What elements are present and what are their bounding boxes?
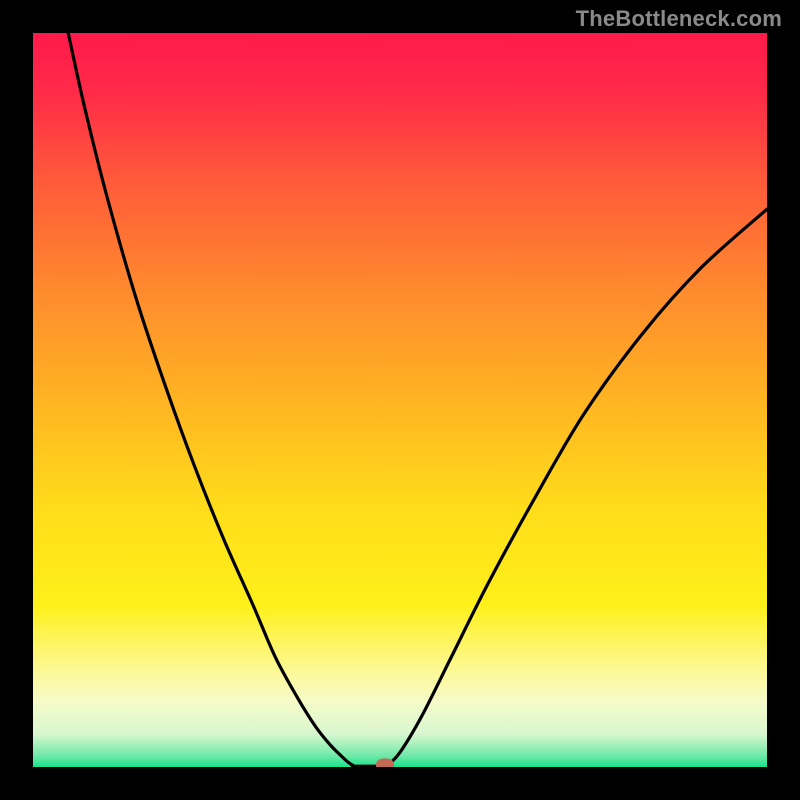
optimum-marker [376,758,394,767]
plot-area [33,33,767,767]
chart-frame: TheBottleneck.com [0,0,800,800]
bottleneck-curve [68,33,767,767]
curve-layer [33,33,767,767]
watermark-text: TheBottleneck.com [576,6,782,32]
